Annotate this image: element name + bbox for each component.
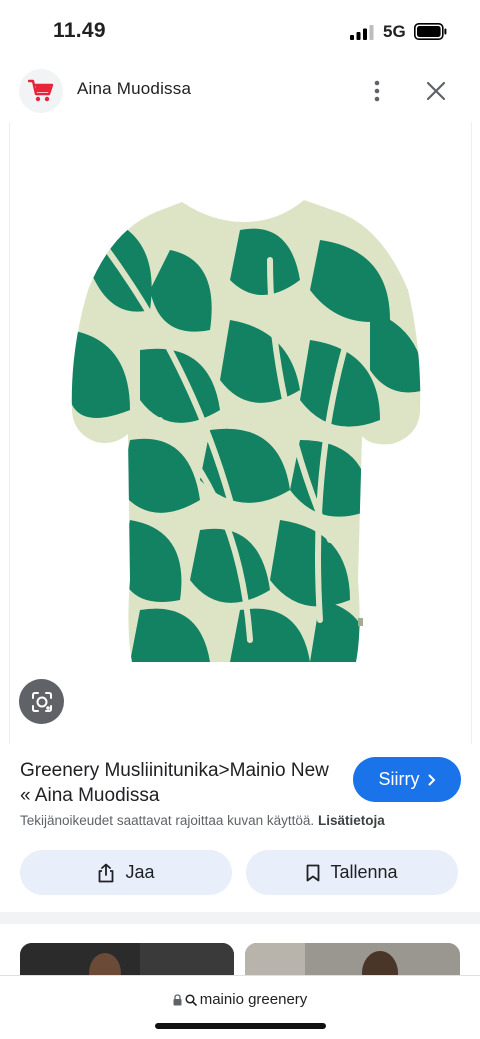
image-preview[interactable]: [9, 122, 472, 744]
share-button[interactable]: Jaa: [20, 850, 232, 895]
section-divider: [0, 912, 480, 924]
share-label: Jaa: [125, 862, 155, 882]
result-header: Aina Muodissa: [0, 62, 480, 120]
close-icon: [427, 82, 445, 100]
model-photo-thumbnail: [245, 943, 460, 977]
battery-icon: [414, 23, 447, 40]
save-label: Tallenna: [330, 862, 398, 882]
more-options-button[interactable]: [362, 76, 392, 106]
related-image-1[interactable]: [20, 943, 234, 977]
visit-label: Siirry: [378, 769, 420, 789]
signal-icon: [350, 25, 374, 40]
copyright-text: Tekijänoikeudet saattavat rajoittaa kuva…: [20, 813, 315, 828]
home-indicator[interactable]: [155, 1023, 326, 1029]
search-icon: [185, 993, 197, 1006]
visit-button[interactable]: Siirry: [353, 757, 461, 802]
related-image-2[interactable]: [245, 943, 460, 977]
shopping-cart-icon: [28, 79, 54, 102]
site-name[interactable]: Aina Muodissa: [77, 79, 191, 99]
copyright-notice: Tekijänoikeudet saattavat rajoittaa kuva…: [20, 813, 385, 828]
site-logo[interactable]: [19, 69, 63, 113]
lock-icon: [173, 993, 182, 1005]
url-display[interactable]: mainio greenery: [0, 991, 480, 1008]
bookmark-icon: [307, 864, 320, 881]
learn-more-link[interactable]: Lisätietoja: [318, 813, 385, 828]
tunic-image: [71, 200, 421, 662]
lens-search-button[interactable]: [19, 679, 64, 724]
result-title[interactable]: Greenery Musliinitunika>Mainio New « Ain…: [20, 758, 340, 808]
share-icon: [99, 863, 114, 882]
address-bar[interactable]: mainio greenery: [0, 975, 480, 1039]
search-query: mainio greenery: [199, 991, 308, 1008]
save-button[interactable]: Tallenna: [246, 850, 458, 895]
close-button[interactable]: [420, 75, 452, 107]
model-photo-thumbnail: [20, 943, 234, 977]
status-bar: 11.49 5G: [0, 0, 480, 62]
lens-icon: [31, 691, 52, 712]
network-label: 5G: [383, 22, 406, 41]
status-time: 11.49: [53, 19, 106, 42]
more-vertical-icon: [374, 80, 380, 102]
chevron-right-icon: [428, 774, 435, 785]
